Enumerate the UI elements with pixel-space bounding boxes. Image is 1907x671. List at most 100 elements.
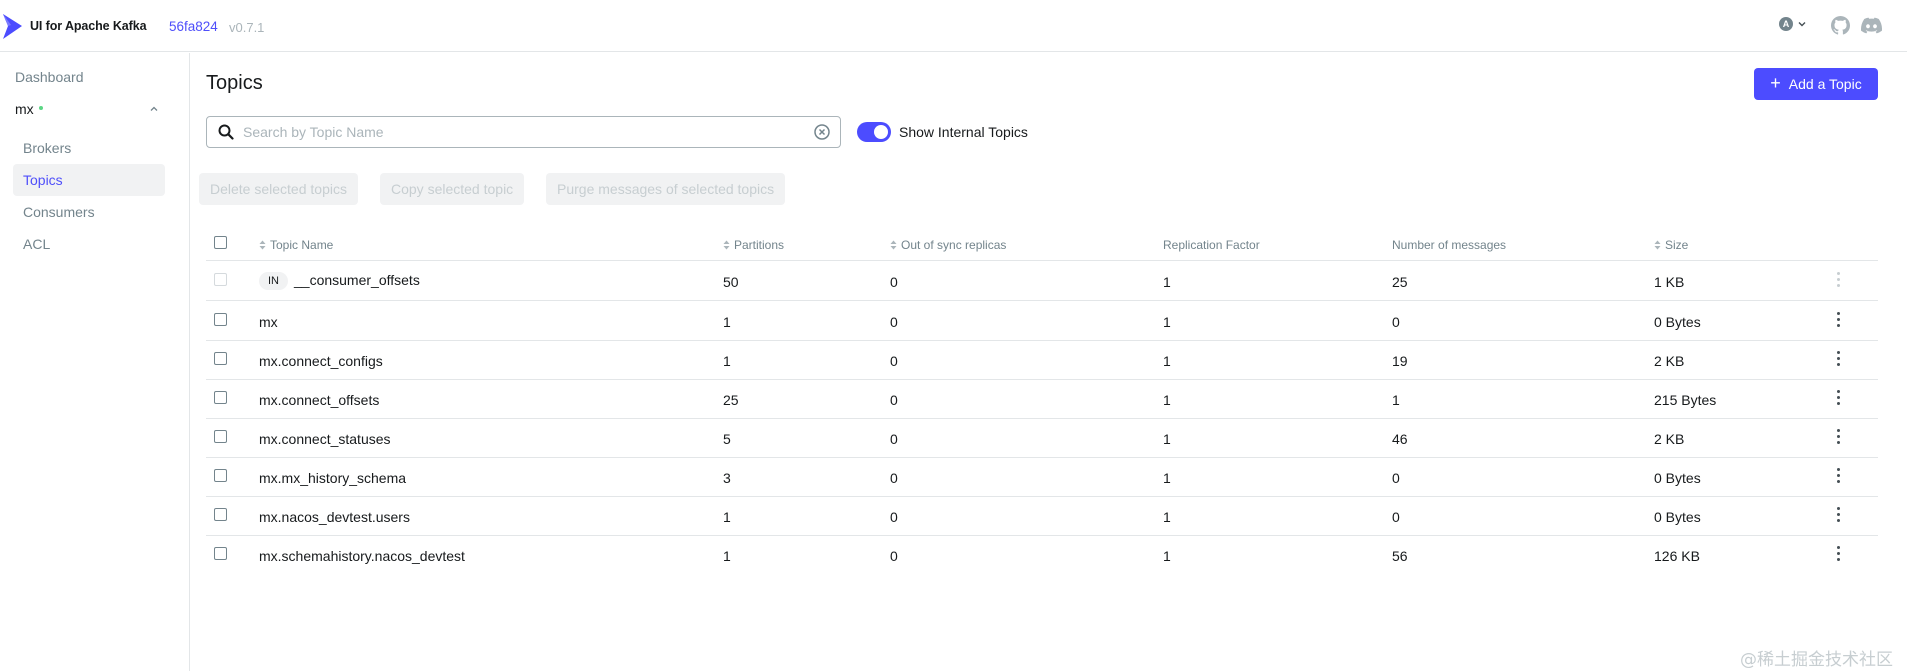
column-label: Out of sync replicas: [901, 238, 1007, 252]
table-row[interactable]: mx 1 0 1 0 0 Bytes: [206, 302, 1878, 341]
table-row[interactable]: mx.connect_statuses 5 0 1 46 2 KB: [206, 419, 1878, 458]
purge-messages-button[interactable]: Purge messages of selected topics: [546, 173, 786, 205]
row-menu-icon[interactable]: [1835, 351, 1841, 369]
replication-cell: 1: [1163, 274, 1171, 290]
cluster-status-dot: [38, 105, 43, 110]
app-title[interactable]: UI for Apache Kafka: [30, 19, 147, 33]
topic-name-link[interactable]: __consumer_offsets: [294, 272, 420, 288]
replication-cell: 1: [1163, 431, 1171, 447]
out-of-sync-cell: 0: [890, 392, 898, 408]
row-menu-icon[interactable]: [1835, 429, 1841, 447]
table-row[interactable]: mx.schemahistory.nacos_devtest 1 0 1 56 …: [206, 536, 1878, 575]
partitions-cell: 1: [723, 353, 731, 369]
topic-name-link[interactable]: mx.connect_statuses: [259, 431, 391, 447]
row-checkbox[interactable]: [214, 313, 227, 326]
table-row[interactable]: mx.connect_configs 1 0 1 19 2 KB: [206, 341, 1878, 380]
cluster-name: mx: [15, 101, 34, 117]
sort-icon: [259, 240, 266, 250]
size-cell: 126 KB: [1654, 548, 1700, 564]
top-navbar: UI for Apache Kafka 56fa824 v0.7.1 A: [0, 0, 1907, 52]
sidebar-item-acl[interactable]: ACL: [13, 228, 165, 260]
version-commit-link[interactable]: 56fa824: [169, 19, 218, 34]
out-of-sync-cell: 0: [890, 314, 898, 330]
out-of-sync-cell: 0: [890, 548, 898, 564]
size-cell: 0 Bytes: [1654, 314, 1701, 330]
messages-cell: 1: [1392, 392, 1400, 408]
topic-name-link[interactable]: mx.schemahistory.nacos_devtest: [259, 548, 465, 564]
version-number: v0.7.1: [229, 20, 265, 35]
size-cell: 1 KB: [1654, 274, 1685, 290]
size-cell: 2 KB: [1654, 353, 1685, 369]
messages-cell: 0: [1392, 314, 1400, 330]
column-header-number-of-messages: Number of messages: [1392, 238, 1507, 252]
toggle-knob: [874, 125, 888, 139]
row-checkbox[interactable]: [214, 352, 227, 365]
row-menu-icon[interactable]: [1835, 507, 1841, 525]
sort-icon: [723, 240, 730, 250]
sidebar-item-consumers[interactable]: Consumers: [13, 196, 165, 228]
size-cell: 0 Bytes: [1654, 470, 1701, 486]
kafka-logo-icon[interactable]: [2, 12, 24, 40]
messages-cell: 56: [1392, 548, 1408, 564]
topic-name-cell[interactable]: IN __consumer_offsets: [259, 272, 420, 290]
column-header-replication-factor: Replication Factor: [1163, 238, 1260, 252]
add-topic-button[interactable]: + Add a Topic: [1754, 68, 1878, 100]
partitions-cell: 5: [723, 431, 731, 447]
clear-search-icon[interactable]: [814, 124, 830, 140]
messages-cell: 25: [1392, 274, 1408, 290]
sort-icon: [1654, 240, 1661, 250]
row-checkbox[interactable]: [214, 547, 227, 560]
sidebar-item-brokers[interactable]: Brokers: [13, 132, 165, 164]
table-row[interactable]: IN __consumer_offsets 50 0 1 25 1 KB: [206, 262, 1878, 301]
partitions-cell: 1: [723, 314, 731, 330]
replication-cell: 1: [1163, 548, 1171, 564]
partitions-cell: 25: [723, 392, 739, 408]
column-header-topic-name[interactable]: Topic Name: [259, 238, 333, 252]
topic-name-link[interactable]: mx.mx_history_schema: [259, 470, 406, 486]
row-menu-icon[interactable]: [1835, 546, 1841, 564]
github-icon[interactable]: [1831, 16, 1850, 35]
column-header-out-of-sync[interactable]: Out of sync replicas: [890, 238, 1006, 252]
user-menu-button[interactable]: A: [1779, 17, 1807, 31]
row-menu-icon[interactable]: [1835, 390, 1841, 408]
replication-cell: 1: [1163, 470, 1171, 486]
row-menu-icon[interactable]: [1835, 272, 1841, 290]
column-header-partitions[interactable]: Partitions: [723, 238, 784, 252]
delete-selected-topics-button[interactable]: Delete selected topics: [199, 173, 358, 205]
column-label: Size: [1665, 238, 1689, 252]
topic-name-link[interactable]: mx: [259, 314, 278, 330]
row-checkbox[interactable]: [214, 430, 227, 443]
table-row[interactable]: mx.mx_history_schema 3 0 1 0 0 Bytes: [206, 458, 1878, 497]
row-menu-icon[interactable]: [1835, 468, 1841, 486]
topic-name-link[interactable]: mx.nacos_devtest.users: [259, 509, 410, 525]
search-icon: [218, 124, 234, 140]
sidebar-cluster-mx[interactable]: mx: [15, 99, 160, 119]
topic-name-link[interactable]: mx.connect_offsets: [259, 392, 379, 408]
row-checkbox[interactable]: [214, 508, 227, 521]
partitions-cell: 1: [723, 548, 731, 564]
out-of-sync-cell: 0: [890, 431, 898, 447]
row-menu-icon[interactable]: [1835, 312, 1841, 330]
topic-name-link[interactable]: mx.connect_configs: [259, 353, 383, 369]
partitions-cell: 1: [723, 509, 731, 525]
row-checkbox[interactable]: [214, 391, 227, 404]
show-internal-topics-toggle[interactable]: [857, 122, 891, 142]
row-checkbox[interactable]: [214, 469, 227, 482]
table-row[interactable]: mx.nacos_devtest.users 1 0 1 0 0 Bytes: [206, 497, 1878, 536]
discord-icon[interactable]: [1861, 17, 1882, 34]
select-all-checkbox[interactable]: [214, 236, 227, 249]
table-row[interactable]: mx.connect_offsets 25 0 1 1 215 Bytes: [206, 380, 1878, 419]
sidebar-item-topics[interactable]: Topics: [13, 164, 165, 196]
messages-cell: 0: [1392, 509, 1400, 525]
column-header-size[interactable]: Size: [1654, 238, 1688, 252]
size-cell: 0 Bytes: [1654, 509, 1701, 525]
copy-selected-topic-button[interactable]: Copy selected topic: [380, 173, 525, 205]
search-input[interactable]: [243, 117, 803, 147]
messages-cell: 46: [1392, 431, 1408, 447]
out-of-sync-cell: 0: [890, 470, 898, 486]
sidebar: Dashboard mx Brokers Topics Consumers AC…: [0, 53, 190, 671]
sidebar-item-dashboard[interactable]: Dashboard: [15, 69, 84, 85]
row-checkbox[interactable]: [214, 273, 227, 286]
messages-cell: 0: [1392, 470, 1400, 486]
chevron-up-icon[interactable]: [148, 103, 160, 115]
